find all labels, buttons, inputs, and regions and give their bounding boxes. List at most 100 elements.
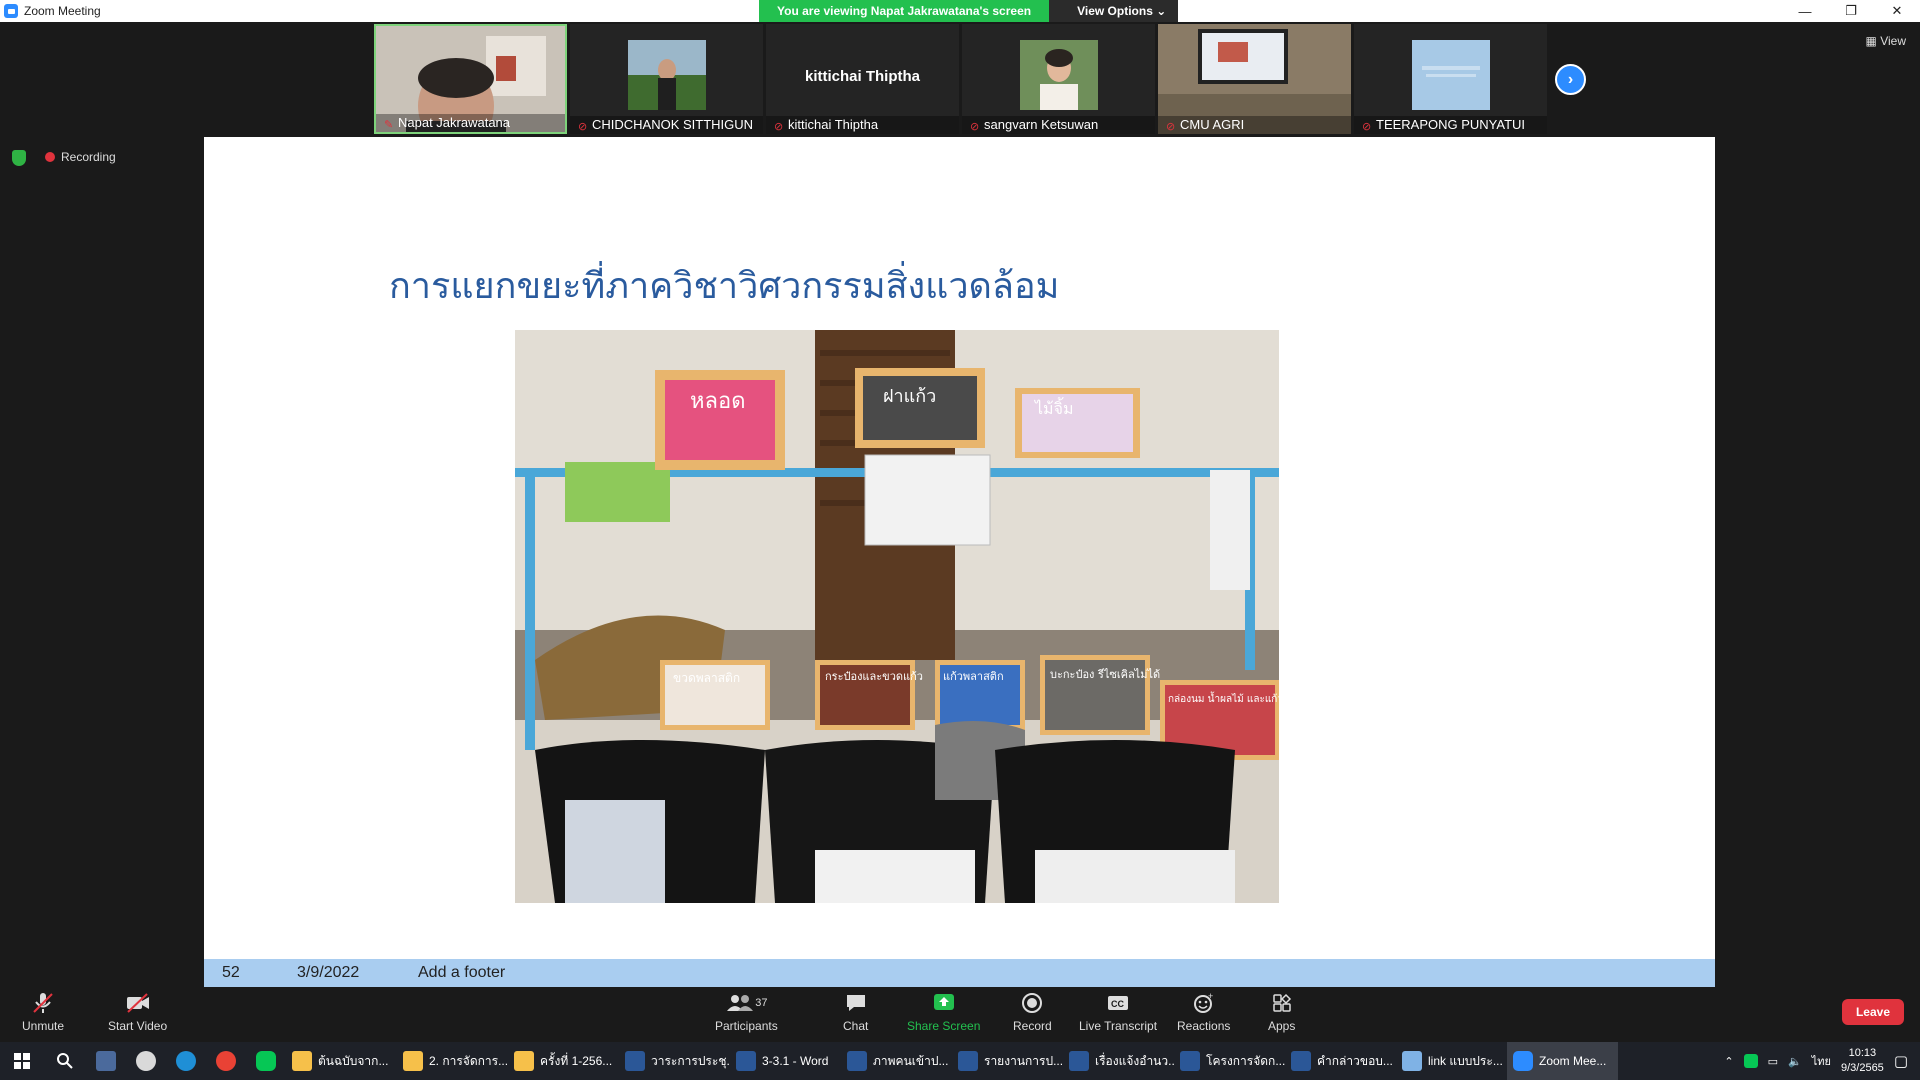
photo-label: กระป๋องและขวดแก้ว — [825, 670, 923, 683]
record-button[interactable]: Record — [1013, 991, 1052, 1033]
participant-tile[interactable]: ⊘ sangvarn Ketsuwan — [962, 24, 1155, 134]
network-icon[interactable]: ▭ — [1768, 1055, 1778, 1068]
word-icon — [736, 1051, 756, 1071]
svg-text:+: + — [1208, 991, 1213, 1001]
line-icon — [256, 1051, 276, 1071]
window-title: Zoom Meeting — [24, 4, 101, 18]
live-transcript-button[interactable]: CC Live Transcript — [1079, 991, 1157, 1033]
taskbar-item[interactable]: วาระการประชุ... — [619, 1042, 730, 1080]
muted-mic-icon: ⊘ — [774, 121, 784, 133]
next-page-button[interactable]: › — [1555, 64, 1586, 95]
word-icon — [625, 1051, 645, 1071]
unmute-button[interactable]: Unmute — [22, 991, 64, 1033]
apps-icon — [1268, 991, 1295, 1015]
waste-sorting-photo: หลอด ฝาแก้ว ไม้จิ้ม ขวดพลาสติก กระป๋องแล… — [515, 330, 1279, 903]
participants-button[interactable]: 37 Participants — [715, 991, 778, 1033]
participant-tile[interactable]: ⊘ TEERAPONG PUNYATUI — [1354, 24, 1547, 134]
edge-app[interactable] — [166, 1042, 206, 1080]
start-video-button[interactable]: Start Video — [108, 991, 167, 1033]
video-off-icon — [108, 991, 167, 1015]
line-app[interactable] — [246, 1042, 286, 1080]
calculator-app[interactable] — [86, 1042, 126, 1080]
muted-mic-icon: ⊘ — [578, 121, 588, 133]
maximize-button[interactable]: ❐ — [1828, 0, 1874, 22]
zoom-icon — [1513, 1051, 1533, 1071]
screen-share-banner: You are viewing Napat Jakrawatana's scre… — [759, 0, 1179, 22]
language-indicator[interactable]: ไทย — [1812, 1052, 1831, 1070]
share-screen-button[interactable]: Share Screen — [907, 991, 980, 1033]
participant-tile[interactable]: ✎ Napat Jakrawatana — [374, 24, 567, 134]
minimize-button[interactable]: — — [1782, 0, 1828, 22]
volume-icon[interactable]: 🔈 — [1788, 1055, 1802, 1068]
edge-icon — [176, 1051, 196, 1071]
pin-icon: ✎ — [384, 119, 394, 131]
paint-icon — [136, 1051, 156, 1071]
folder-icon — [514, 1051, 534, 1071]
participant-name: ⊘ CMU AGRI — [1158, 116, 1351, 134]
search-button[interactable] — [44, 1042, 86, 1080]
participant-name: ⊘ CHIDCHANOK SITTHIGUN — [570, 116, 763, 134]
meeting-toolbar: Unmute Start Video 37 Participants Chat … — [0, 987, 1920, 1042]
security-shield-icon[interactable] — [12, 150, 26, 166]
chevron-right-icon: › — [1567, 70, 1574, 88]
leave-button[interactable]: Leave — [1841, 999, 1904, 1025]
taskbar-item[interactable]: คำกล่าวขอบ... — [1285, 1042, 1396, 1080]
windows-icon — [14, 1053, 30, 1069]
taskbar-item[interactable]: link แบบประ... — [1396, 1042, 1507, 1080]
close-button[interactable]: ✕ — [1874, 0, 1920, 22]
participants-count: 37 — [755, 997, 768, 1009]
photo-label: บะกะป๋อง รีไซเคิลไม่ได้ — [1050, 668, 1160, 681]
tray-overflow-icon[interactable]: ⌃ — [1724, 1055, 1733, 1068]
taskbar-item[interactable]: ครั้งที่ 1-256... — [508, 1042, 619, 1080]
clock-time: 10:13 — [1848, 1047, 1877, 1059]
record-icon — [1013, 991, 1052, 1015]
paint-app[interactable] — [126, 1042, 166, 1080]
slide-date: 3/9/2022 — [297, 964, 360, 981]
folder-icon — [292, 1051, 312, 1071]
windows-taskbar: ต้นฉบับจาก... 2. การจัดการ... ครั้งที่ 1… — [0, 1042, 1920, 1080]
slide-footer-bar: 52 3/9/2022 Add a footer — [204, 959, 1715, 987]
reactions-button[interactable]: + Reactions — [1177, 991, 1230, 1033]
participant-tile[interactable]: ⊘ CHIDCHANOK SITTHIGUN — [570, 24, 763, 134]
folder-icon — [403, 1051, 423, 1071]
taskbar-item[interactable]: 2. การจัดการ... — [397, 1042, 508, 1080]
chrome-icon — [216, 1051, 236, 1071]
start-button[interactable] — [0, 1042, 44, 1080]
muted-mic-icon: ⊘ — [1166, 121, 1176, 133]
view-button[interactable]: ▦ View — [1866, 34, 1906, 48]
participants-icon: 37 — [715, 991, 778, 1015]
photo-label: หลอด — [690, 389, 745, 414]
participant-tile[interactable]: kittichai Thiptha ⊘ kittichai Thiptha — [766, 24, 959, 134]
taskbar-item[interactable]: ต้นฉบับจาก... — [286, 1042, 397, 1080]
taskbar-item[interactable]: รายงานการป... — [952, 1042, 1063, 1080]
photo-label: กล่องนม น้ำผลไม้ และแก้วกระดาษ — [1168, 691, 1279, 705]
apps-button[interactable]: Apps — [1268, 991, 1295, 1033]
taskbar-item[interactable]: 3-3.1 - Word — [730, 1042, 841, 1080]
participant-tile[interactable]: ⊘ CMU AGRI — [1158, 24, 1351, 134]
muted-mic-icon — [22, 991, 64, 1015]
record-dot-icon — [45, 152, 55, 162]
chrome-app[interactable] — [206, 1042, 246, 1080]
word-icon — [1069, 1051, 1089, 1071]
participant-display-name: kittichai Thiptha — [804, 68, 920, 85]
line-tray-icon[interactable] — [1743, 1054, 1758, 1068]
shared-screen-slide: การแยกขยะที่ภาควิชาวิศวกรรมสิ่งแวดล้อม ห… — [204, 137, 1715, 987]
chat-button[interactable]: Chat — [843, 991, 868, 1033]
participant-name: ⊘ kittichai Thiptha — [766, 116, 959, 134]
clock[interactable]: 10:13 9/3/2565 — [1841, 1046, 1884, 1076]
photo-label: ฝาแก้ว — [883, 386, 936, 407]
system-tray: ⌃ ▭ 🔈 ไทย 10:13 9/3/2565 ▢ — [1724, 1042, 1920, 1080]
notification-icon[interactable]: ▢ — [1894, 1052, 1908, 1070]
taskbar-item[interactable]: เรื่องแจ้งอำนว... — [1063, 1042, 1174, 1080]
recording-indicator[interactable]: Recording — [45, 150, 116, 164]
taskbar-item-zoom[interactable]: Zoom Mee... — [1507, 1042, 1618, 1080]
slide-footer-text: Add a footer — [418, 964, 506, 981]
view-options-button[interactable]: View Options ⌄ — [1049, 0, 1179, 22]
slide-heading: การแยกขยะที่ภาควิชาวิศวกรรมสิ่งแวดล้อม — [389, 266, 1060, 307]
taskbar-item[interactable]: ภาพคนเข้าป... — [841, 1042, 952, 1080]
word-icon — [1180, 1051, 1200, 1071]
chat-icon — [843, 991, 868, 1015]
search-icon — [57, 1053, 73, 1069]
taskbar-item[interactable]: โครงการจัดก... — [1174, 1042, 1285, 1080]
clock-date: 9/3/2565 — [1840, 1062, 1884, 1074]
